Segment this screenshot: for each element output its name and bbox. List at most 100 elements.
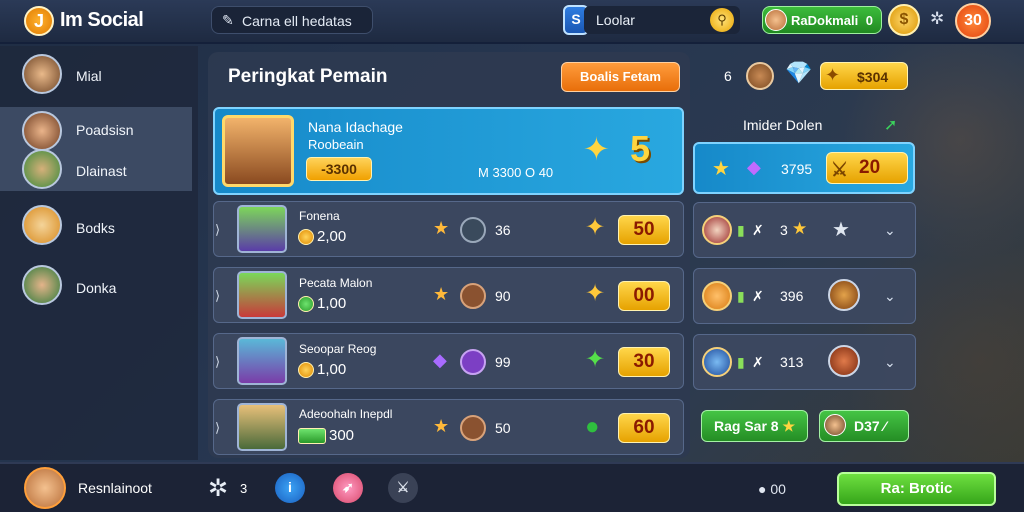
sparkle-icon: ✦	[585, 280, 606, 307]
featured-rank: 5	[630, 128, 651, 169]
sidebar-item-poadsisn[interactable]: Poadsisn Dlainast	[0, 107, 192, 191]
hero-portrait	[237, 403, 287, 451]
sword-icon: ⚔	[831, 160, 849, 181]
gem-icon[interactable]: 💎	[785, 60, 813, 90]
reward-icon	[702, 347, 732, 377]
item-icon	[828, 345, 860, 377]
chevron-icon[interactable]: ⟩	[215, 420, 220, 436]
app-logo-icon[interactable]: J	[24, 6, 54, 36]
chevron-down-icon[interactable]: ⌄	[884, 354, 896, 371]
reward-count: 3	[780, 222, 788, 238]
dagger-icon: ✗	[752, 288, 764, 304]
top-count: 6	[724, 68, 732, 84]
hero-portrait	[237, 205, 287, 253]
search-text: Carna ell hedatas	[242, 13, 352, 29]
hero-portrait	[237, 271, 287, 319]
item-icon	[828, 279, 860, 311]
featured-subtitle: Roobeain	[308, 137, 364, 152]
rank-badge: 00	[618, 281, 670, 311]
dagger-icon: ✗	[752, 222, 764, 238]
sparkle-icon: ✦	[585, 214, 606, 241]
gear-count: 3	[240, 481, 248, 496]
dagger-icon: ✗	[752, 354, 764, 370]
chevron-icon[interactable]: ⟩	[215, 222, 220, 238]
sidebar-item-mial[interactable]: Mial	[0, 54, 192, 98]
chevron-down-icon[interactable]: ⌄	[884, 288, 896, 305]
page-title: Peringkat Pemain	[228, 66, 388, 87]
player-score: 300	[298, 427, 354, 445]
arrow-icon[interactable]: ➚	[884, 115, 897, 135]
magnifier-icon[interactable]: ⚲	[710, 8, 734, 32]
settings-icon[interactable]: ✲	[930, 9, 944, 29]
star-icon: ★	[832, 219, 850, 241]
player-score: 2,00	[298, 228, 346, 246]
player-name: Seoopar Reog	[299, 342, 377, 356]
profile-pill[interactable]: RaDokmali 0	[762, 6, 882, 34]
reward-badge: ⚔ 20	[826, 152, 908, 184]
rocket-icon[interactable]: ➶	[333, 473, 363, 503]
star-icon: ★	[433, 218, 450, 238]
rank-badge: 60	[618, 413, 670, 443]
avatar	[824, 414, 846, 436]
level-badge[interactable]: 30	[955, 3, 991, 39]
locator-field[interactable]: Loolar ⚲	[584, 6, 740, 34]
avatar	[22, 149, 62, 189]
gear-icon[interactable]: ✲	[208, 474, 228, 503]
gold-amount: $304	[857, 69, 889, 85]
team-button[interactable]: Boalis Fetam	[561, 62, 680, 92]
player-name: Pecata Malon	[299, 276, 373, 290]
player-value: 36	[495, 222, 511, 238]
star-icon: ★	[782, 418, 796, 434]
key-icon: ▮	[737, 288, 745, 304]
star-icon: ★	[433, 284, 450, 304]
reward-title: Imider Dolen	[743, 117, 823, 133]
item-icon	[460, 415, 486, 441]
sidebar-item-label: Dlainast	[76, 163, 127, 179]
sidebar-item-donka[interactable]: Donka	[0, 265, 192, 309]
sword-icon[interactable]: ⚔	[388, 473, 418, 503]
chest-icon[interactable]	[746, 62, 774, 90]
star-icon: ★	[433, 416, 450, 436]
rank-badge: 50	[618, 215, 670, 245]
item-icon	[460, 217, 486, 243]
avatar	[22, 111, 62, 151]
coin-icon[interactable]: $	[888, 4, 920, 36]
player-value: 99	[495, 354, 511, 370]
chevron-down-icon[interactable]: ⌄	[884, 222, 896, 239]
profile-avatar	[765, 9, 787, 31]
star-icon: ★	[712, 158, 730, 180]
player-name: Fonena	[299, 209, 340, 223]
key-icon: ▮	[737, 354, 745, 370]
reward-count: 396	[780, 288, 804, 304]
gem-icon: ◆	[747, 157, 761, 177]
key-icon: ▮	[737, 222, 745, 238]
sidebar-item-label: Poadsisn	[76, 122, 134, 138]
search-input[interactable]: ✎ Carna ell hedatas	[211, 6, 373, 34]
sparkle-icon: ✦	[585, 346, 606, 373]
info-icon[interactable]: i	[275, 473, 305, 503]
avatar	[22, 205, 62, 245]
gold-balance[interactable]: ✦ $304	[820, 62, 908, 90]
player-value: 90	[495, 288, 511, 304]
item-icon	[460, 283, 486, 309]
cash-icon	[298, 428, 326, 445]
coin-icon	[298, 362, 314, 379]
username: Resnlainoot	[78, 480, 152, 496]
sidebar-item-label: Mial	[76, 68, 102, 84]
chevron-icon[interactable]: ⟩	[215, 288, 220, 304]
battle-button[interactable]: Ra: Brotic	[837, 472, 996, 506]
sidebar-item-label: Donka	[76, 280, 117, 296]
featured-score: -3300	[306, 157, 372, 181]
featured-stat: M 3300 O 40	[478, 165, 554, 180]
star-icon: ★	[792, 219, 808, 238]
player-score: 1,00	[298, 295, 346, 313]
coin-icon	[298, 296, 314, 313]
chevron-icon[interactable]: ⟩	[215, 354, 220, 370]
locator-text: Loolar	[596, 12, 635, 28]
rank-status-button[interactable]: Rag Sar 8 ★	[701, 410, 808, 442]
user-avatar[interactable]	[24, 467, 66, 509]
reward-count: 313	[780, 354, 804, 370]
search-icon: ✎	[222, 12, 234, 28]
sidebar-item-bodks[interactable]: Bodks	[0, 205, 192, 249]
hero-portrait	[237, 337, 287, 385]
